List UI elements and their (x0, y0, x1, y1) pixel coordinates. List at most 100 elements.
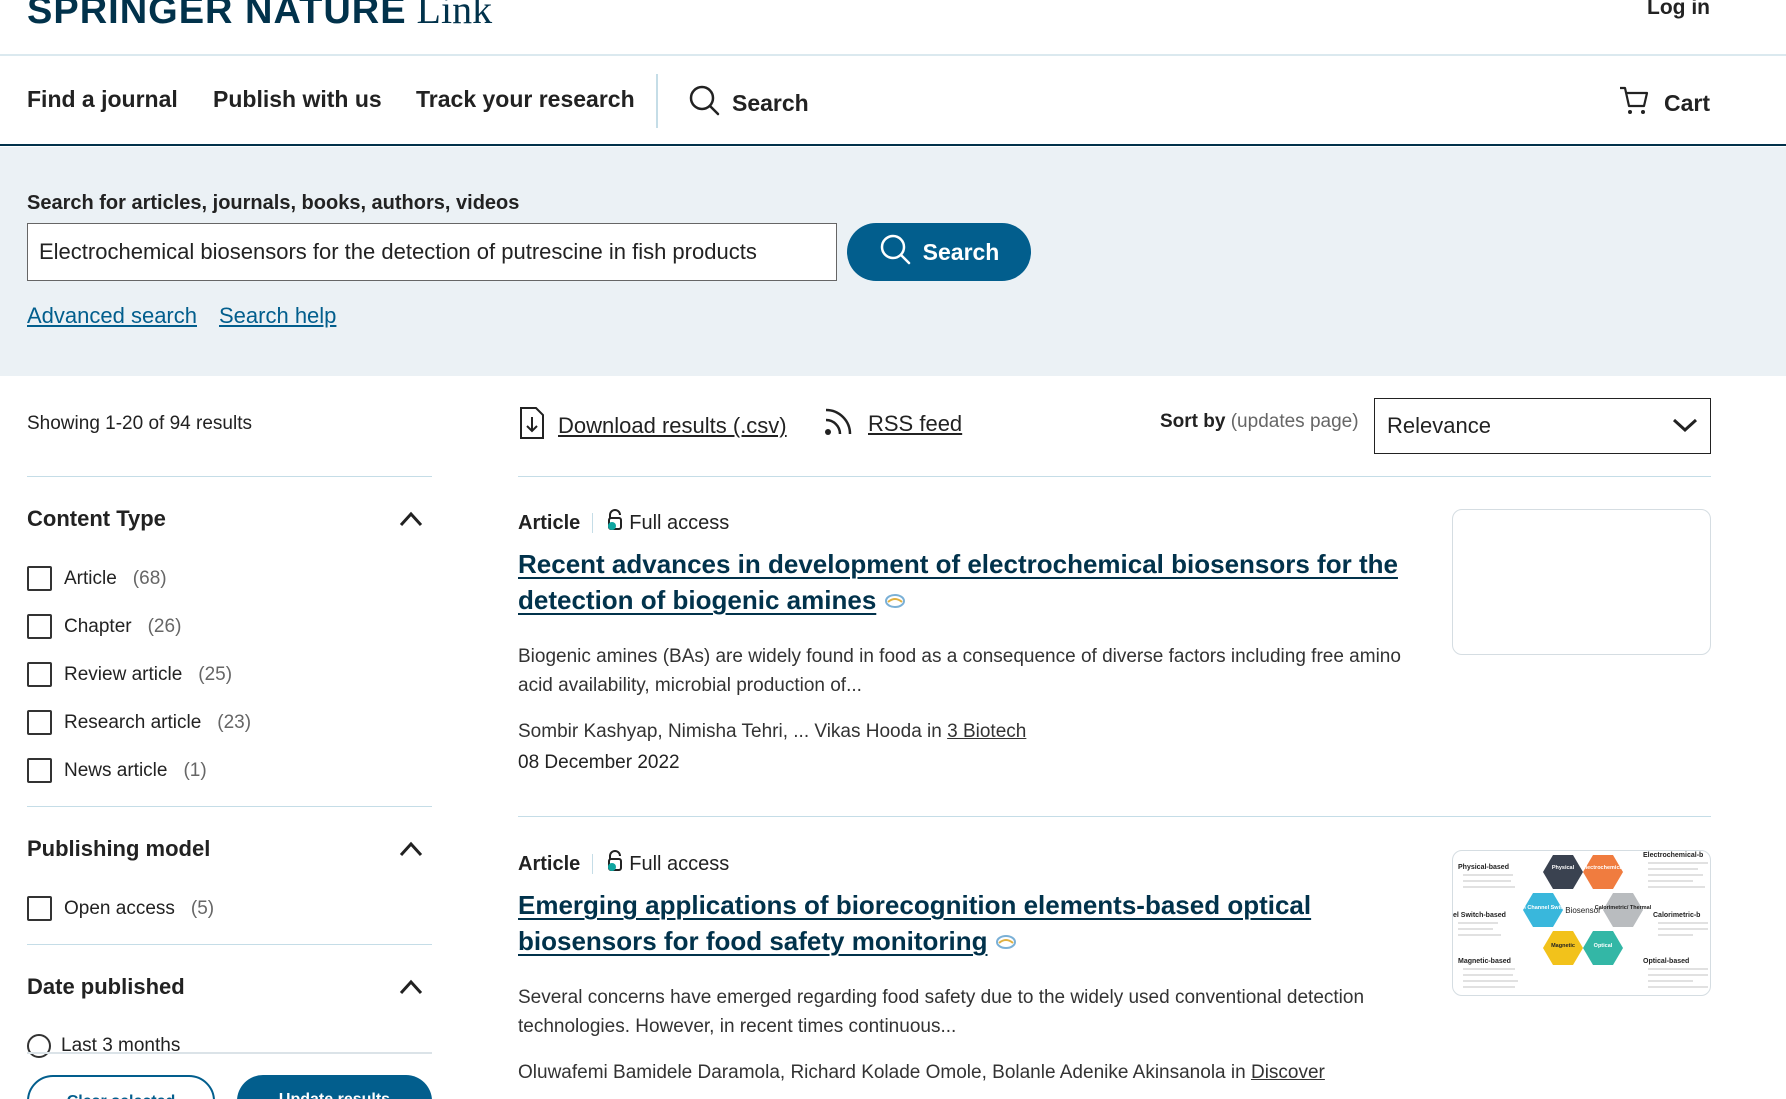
filter-last-3-months[interactable]: Last 3 months (27, 1034, 180, 1058)
filter-research-article[interactable]: Research article (23) (27, 710, 251, 735)
hex-label: Calorimetric/ Thermal (1595, 905, 1652, 911)
journal-link[interactable]: Discover (1251, 1062, 1325, 1083)
chevron-down-icon (1672, 413, 1698, 439)
biosensor-figure: Physical-based Electrochemical-b el Swit… (1453, 852, 1708, 988)
result-title-link[interactable]: Emerging applications of biorecognition … (518, 890, 1311, 956)
result-title-link[interactable]: Recent advances in development of electr… (518, 549, 1398, 615)
result-thumbnail[interactable]: Physical-based Electrochemical-b el Swit… (1452, 850, 1711, 996)
springer-nature-link-logo[interactable]: SPRINGER NATURE Link (27, 0, 492, 33)
open-lock-icon (605, 509, 625, 537)
download-results-link[interactable]: Download results (.csv) (558, 413, 787, 439)
nav-cart-button[interactable]: Cart (1618, 84, 1710, 122)
filter-open-access[interactable]: Open access (5) (27, 896, 214, 921)
filter-label: Article (64, 567, 117, 589)
nav-search-button[interactable]: Search (688, 84, 809, 122)
hex-label: Ion Channel Switch (1518, 905, 1569, 911)
result-date: 08 December 2022 (518, 752, 680, 773)
result-thumbnail[interactable] (1452, 509, 1711, 655)
search-icon (879, 233, 911, 271)
sidebar-divider (27, 944, 432, 945)
checkbox[interactable] (27, 896, 52, 921)
radio-button[interactable] (27, 1034, 51, 1058)
chevron-up-icon[interactable] (398, 978, 424, 1001)
meta-divider (592, 854, 594, 874)
search-help-link[interactable]: Search help (219, 303, 336, 328)
checkbox[interactable] (27, 758, 52, 783)
nav-find-journal[interactable]: Find a journal (27, 86, 178, 113)
filter-label: News article (64, 759, 168, 781)
nav-cart-label: Cart (1663, 89, 1710, 116)
nav-publish[interactable]: Publish with us (213, 86, 382, 113)
figure-label: Optical-based (1643, 958, 1689, 965)
filter-article[interactable]: Article (68) (27, 566, 167, 591)
checkbox[interactable] (27, 566, 52, 591)
filter-count: (1) (183, 759, 207, 781)
search-panel: Search for articles, journals, books, au… (0, 147, 1786, 376)
author-list: Oluwafemi Bamidele Daramola, Richard Kol… (518, 1062, 1226, 1083)
facet-publishing-model-title[interactable]: Publishing model (27, 836, 210, 862)
chevron-up-icon[interactable] (398, 510, 424, 533)
altmetric-icon (884, 585, 906, 615)
main-nav: Find a journal Publish with us Track you… (0, 58, 1786, 146)
download-results[interactable]: Download results (.csv) (518, 406, 787, 446)
nav-search-label: Search (732, 89, 809, 116)
access-badge: Full access (605, 850, 729, 878)
sidebar-divider (27, 476, 432, 477)
cart-icon (1618, 84, 1650, 122)
filter-label: Research article (64, 711, 202, 733)
sort-hint: (updates page) (1230, 411, 1359, 432)
logo-brand: SPRINGER NATURE (27, 0, 407, 32)
filter-chapter[interactable]: Chapter (26) (27, 614, 181, 639)
download-icon (518, 406, 546, 446)
hex-label: Physical (1552, 865, 1575, 871)
filter-label: Chapter (64, 615, 132, 637)
login-link[interactable]: Log in (1647, 0, 1710, 20)
meta-divider (592, 513, 594, 533)
hex-label: Magnetic (1551, 943, 1575, 949)
filter-count: (26) (147, 615, 182, 637)
journal-link[interactable]: 3 Biotech (947, 721, 1026, 742)
filter-news-article[interactable]: News article (1) (27, 758, 207, 783)
sidebar-sticky-divider (27, 1052, 432, 1054)
search-label: Search for articles, journals, books, au… (27, 192, 520, 214)
search-input[interactable] (27, 223, 837, 281)
search-submit-label: Search (922, 238, 1000, 265)
checkbox[interactable] (27, 710, 52, 735)
result-snippet: Several concerns have emerged regarding … (518, 987, 1365, 1037)
facet-date-published-title[interactable]: Date published (27, 974, 185, 1000)
figure-label: el Switch-based (1453, 912, 1506, 919)
results-count: Showing 1-20 of 94 results (27, 413, 252, 434)
search-submit-button[interactable]: Search (847, 223, 1031, 281)
top-bar: SPRINGER NATURE Link Log in (0, 0, 1786, 56)
filter-count: (5) (190, 897, 215, 919)
sort-by-label: Sort by (1160, 411, 1226, 432)
rss-feed-link[interactable]: RSS feed (868, 411, 962, 437)
in-label: in (1230, 1062, 1246, 1083)
result-snippet: Biogenic amines (BAs) are widely found i… (518, 646, 1401, 696)
figure-label: Magnetic-based (1458, 958, 1511, 965)
sort-label: Sort by (updates page) (1160, 411, 1359, 433)
checkbox[interactable] (27, 662, 52, 687)
hex-center-label: Biosensor (1565, 906, 1601, 915)
result-title: Emerging applications of biorecognition … (518, 887, 1408, 959)
filter-review-article[interactable]: Review article (25) (27, 662, 232, 687)
chevron-up-icon[interactable] (398, 840, 424, 863)
figure-label: Electrochemical-b (1643, 852, 1703, 859)
access-label: Full access (629, 511, 730, 534)
update-results-button[interactable]: Update results (237, 1075, 432, 1099)
logo-product: Link (416, 0, 493, 32)
altmetric-icon (995, 926, 1017, 956)
results-divider (518, 476, 1711, 477)
nav-track-research[interactable]: Track your research (416, 86, 635, 113)
checkbox[interactable] (27, 614, 52, 639)
facet-content-type-title[interactable]: Content Type (27, 506, 166, 532)
result-type: Article (518, 852, 581, 875)
rss-feed[interactable]: RSS feed (822, 404, 962, 444)
figure-label: Calorimetric-b (1653, 912, 1700, 919)
clear-selected-button[interactable]: Clear selected (27, 1075, 215, 1099)
sort-select[interactable]: Relevance (1374, 398, 1711, 454)
result-authors: Sombir Kashyap, Nimisha Tehri, ... Vikas… (518, 718, 1408, 746)
in-label: in (927, 721, 942, 742)
advanced-search-link[interactable]: Advanced search (27, 303, 197, 328)
nav-divider (656, 74, 658, 128)
